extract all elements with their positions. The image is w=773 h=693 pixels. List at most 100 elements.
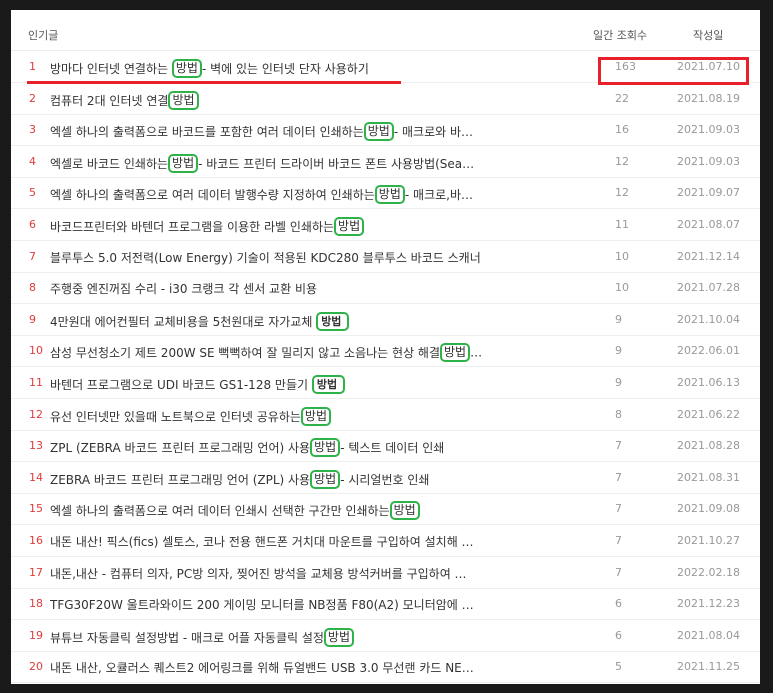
- post-date: 2021.08.19: [677, 91, 740, 105]
- post-title-text: 내돈 내산, 오큘러스 퀘스트2 에어링크를 위해 듀얼밴드 USB 3.0 무…: [50, 661, 474, 676]
- post-rank: 1: [29, 60, 36, 73]
- table-row[interactable]: 5 엑셀 하나의 출력폼으로 여러 데이터 발행수량 지정하여 인쇄하는 방법 - 매…: [11, 177, 760, 210]
- post-rank: 2: [29, 91, 36, 105]
- post-title-text: 블루투스 5.0 저전력(Low Energy) 기술이 적용된 KDC280 …: [50, 250, 481, 265]
- keyword-highlight: 방법: [310, 438, 341, 458]
- keyword-highlight: 방법: [171, 59, 202, 78]
- post-date: 2021.10.27: [677, 534, 740, 547]
- post-title-suffix: …: [470, 345, 483, 360]
- post-title-text: 4만원대 에어컨필터 교체비용을 5천원대로 자가교체: [50, 314, 317, 329]
- post-title-link[interactable]: 내돈 내산, 오큘러스 퀘스트2 에어링크를 위해 듀얼밴드 USB 3.0 무…: [50, 659, 495, 676]
- post-title-link[interactable]: 주행중 엔진꺼짐 수리 - i30 크랭크 각 센서 교환 비용: [50, 280, 495, 297]
- table-row[interactable]: 8 주행중 엔진꺼짐 수리 - i30 크랭크 각 센서 교환 비용 10 2021.…: [11, 272, 760, 305]
- post-rank: 19: [29, 628, 43, 642]
- post-rank: 13: [29, 439, 43, 453]
- post-title-link[interactable]: 내돈,내산 - 컴퓨터 의자, PC방 의자, 찢어진 방석을 교체용 방석커버…: [50, 565, 495, 582]
- table-row[interactable]: 10 삼성 무선청소기 제트 200W SE 뻑뻑하여 잘 밀리지 않고 소음나는…: [11, 335, 760, 368]
- daily-views: 10: [615, 249, 629, 263]
- post-title-link[interactable]: 방마다 인터넷 연결하는 방법 - 벽에 있는 인터넷 단자 사용하기: [50, 59, 495, 78]
- post-date: 2021.09.03: [677, 154, 740, 168]
- post-title-link[interactable]: 유선 인터넷만 있을때 노트북으로 인터넷 공유하는 방법: [50, 406, 495, 426]
- table-row[interactable]: 6 바코드프린터와 바텐더 프로그램을 이용한 라벨 인쇄하는 방법 11 2021.0…: [11, 209, 760, 241]
- table-row[interactable]: 2 컴퓨터 2대 인터넷 연결 방법 22 2021.08.19: [11, 83, 760, 115]
- daily-views: 8: [615, 407, 622, 421]
- post-date: 2021.11.25: [677, 660, 740, 674]
- post-title-link[interactable]: 엑셀로 바코드 인쇄하는 방법 - 바코드 프린터 드라이버 바코드 폰트 사용방법…: [50, 153, 495, 173]
- table-row[interactable]: 13 ZPL (ZEBRA 바코드 프린터 프로그래밍 언어) 사용 방법 - 텍스트…: [11, 430, 760, 463]
- post-title-link[interactable]: TFG30F20W 울트라와이드 200 게이밍 모니터를 NB정품 F80(A…: [50, 596, 495, 613]
- header-title: 인기글: [28, 29, 59, 42]
- table-row[interactable]: 17 내돈,내산 - 컴퓨터 의자, PC방 의자, 찢어진 방석을 교체용 방석…: [11, 557, 760, 589]
- daily-views: 11: [615, 218, 629, 231]
- post-rank: 9: [29, 312, 36, 326]
- post-date: 2021.08.28: [677, 439, 740, 453]
- post-title-text: ZEBRA 바코드 프린터 프로그래밍 언어 (ZPL) 사용: [50, 472, 311, 487]
- table-row[interactable]: 7 블루투스 5.0 저전력(Low Energy) 기술이 적용된 KDC280…: [11, 241, 760, 273]
- post-title-link[interactable]: 바코드프린터와 바텐더 프로그램을 이용한 라벨 인쇄하는 방법: [50, 217, 495, 236]
- post-date: 2022.02.18: [677, 565, 740, 579]
- post-date: 2021.06.22: [677, 407, 740, 421]
- post-rank: 8: [29, 281, 36, 295]
- post-title-link[interactable]: 4만원대 에어컨필터 교체비용을 5천원대로 자가교체 방법: [50, 311, 495, 331]
- post-rank: 16: [29, 534, 43, 547]
- keyword-highlight: 방법: [374, 185, 405, 205]
- keyword-highlight: 방법: [316, 311, 350, 331]
- daily-views: 12: [615, 186, 629, 200]
- table-row[interactable]: 16 내돈 내산! 픽스(fics) 셀토스, 코나 전용 핸드폰 거치대 마운트…: [11, 525, 760, 557]
- keyword-highlight: 방법: [440, 343, 471, 363]
- post-title-link[interactable]: 내돈 내산! 픽스(fics) 셀토스, 코나 전용 핸드폰 거치대 마운트를 …: [50, 533, 495, 550]
- post-title-text: 엑셀 하나의 출력폼으로 바코드를 포함한 여러 데이터 인쇄하는: [50, 125, 364, 140]
- table-row[interactable]: 19 뷰튜브 자동클릭 설정방법 - 매크로 어플 자동클릭 설정 방법 6 2021.…: [11, 620, 760, 652]
- keyword-highlight: 방법: [168, 153, 199, 173]
- post-title-link[interactable]: 엑셀 하나의 출력폼으로 여러 데이터 발행수량 지정하여 인쇄하는 방법 - 매크…: [50, 185, 495, 205]
- post-title-text: 바텐더 프로그램으로 UDI 바코드 GS1-128 만들기: [50, 378, 312, 392]
- daily-views: 7: [615, 502, 622, 516]
- post-title-text: 바코드프린터와 바텐더 프로그램을 이용한 라벨 인쇄하는: [50, 220, 335, 234]
- post-date: 2021.06.13: [677, 376, 740, 389]
- post-title-text: TFG30F20W 울트라와이드 200 게이밍 모니터를 NB정품 F80(A…: [50, 598, 474, 613]
- post-title-text: 엑셀 하나의 출력폼으로 여러 데이터 발행수량 지정하여 인쇄하는: [50, 188, 375, 203]
- post-date: 2021.08.07: [677, 218, 740, 231]
- post-title-link[interactable]: 뷰튜브 자동클릭 설정방법 - 매크로 어플 자동클릭 설정 방법: [50, 627, 495, 647]
- post-rank: 11: [29, 376, 43, 389]
- table-row[interactable]: 20 내돈 내산, 오큘러스 퀘스트2 에어링크를 위해 듀얼밴드 USB 3.0…: [11, 651, 760, 684]
- daily-views: 7: [615, 565, 622, 579]
- post-date: 2021.09.07: [677, 186, 740, 200]
- daily-views: 7: [615, 534, 622, 547]
- table-row[interactable]: 15 엑셀 하나의 출력폼으로 여러 데이터 인쇄시 선택한 구간만 인쇄하는 방법…: [11, 493, 760, 526]
- post-rank: 5: [29, 186, 36, 200]
- post-title-link[interactable]: 엑셀 하나의 출력폼으로 바코드를 포함한 여러 데이터 인쇄하는 방법 - 매크로…: [50, 122, 495, 142]
- table-row[interactable]: 3 엑셀 하나의 출력폼으로 바코드를 포함한 여러 데이터 인쇄하는 방법 - 매크…: [11, 114, 760, 147]
- post-title-link[interactable]: 블루투스 5.0 저전력(Low Energy) 기술이 적용된 KDC280 …: [50, 249, 495, 266]
- table-row[interactable]: 18 TFG30F20W 울트라와이드 200 게이밍 모니터를 NB정품 F80…: [11, 588, 760, 621]
- red-box-annotation: [598, 57, 749, 85]
- post-title-text: 삼성 무선청소기 제트 200W SE 뻑뻑하여 잘 밀리지 않고 소음나는 현…: [50, 346, 441, 361]
- header-date: 작성일: [693, 29, 724, 42]
- post-title-link[interactable]: 바텐더 프로그램으로 UDI 바코드 GS1-128 만들기 방법: [50, 375, 495, 394]
- table-row[interactable]: 9 4만원대 에어컨필터 교체비용을 5천원대로 자가교체 방법 9 2021.10.…: [11, 304, 760, 336]
- daily-views: 16: [615, 123, 629, 137]
- red-underline-annotation: [27, 81, 401, 84]
- post-title-link[interactable]: ZEBRA 바코드 프린터 프로그래밍 언어 (ZPL) 사용 방법 - 시리얼번호…: [50, 469, 495, 489]
- post-rank: 14: [29, 470, 43, 484]
- daily-views: 12: [615, 154, 629, 168]
- table-row[interactable]: 14 ZEBRA 바코드 프린터 프로그래밍 언어 (ZPL) 사용 방법 - 시리얼…: [11, 462, 760, 494]
- post-title-text: 엑셀로 바코드 인쇄하는: [50, 156, 169, 171]
- post-title-link[interactable]: 삼성 무선청소기 제트 200W SE 뻑뻑하여 잘 밀리지 않고 소음나는 현…: [50, 343, 495, 363]
- post-title-text: 내돈,내산 - 컴퓨터 의자, PC방 의자, 찢어진 방석을 교체용 방석커버…: [50, 566, 467, 581]
- table-row[interactable]: 4 엑셀로 바코드 인쇄하는 방법 - 바코드 프린터 드라이버 바코드 폰트 사용방…: [11, 146, 760, 178]
- post-title-suffix: - 시리얼번호 인쇄: [340, 472, 430, 487]
- daily-views: 9: [615, 344, 622, 358]
- header-views: 일간 조회수: [593, 29, 648, 42]
- daily-views: 10: [615, 281, 629, 295]
- post-title-text: 방마다 인터넷 연결하는: [50, 62, 172, 76]
- post-title-link[interactable]: ZPL (ZEBRA 바코드 프린터 프로그래밍 언어) 사용 방법 - 텍스트 데…: [50, 438, 495, 458]
- table-row[interactable]: 12 유선 인터넷만 있을때 노트북으로 인터넷 공유하는 방법 8 2021.06.2…: [11, 399, 760, 431]
- post-title-link[interactable]: 엑셀 하나의 출력폼으로 여러 데이터 인쇄시 선택한 구간만 인쇄하는 방법: [50, 501, 495, 521]
- post-date: 2021.09.03: [677, 123, 740, 137]
- table-row[interactable]: 11 바텐더 프로그램으로 UDI 바코드 GS1-128 만들기 방법 9 2021…: [11, 367, 760, 399]
- post-rank: 15: [29, 502, 43, 516]
- post-title-link[interactable]: 컴퓨터 2대 인터넷 연결 방법: [50, 90, 495, 110]
- list-header: 인기글 일간 조회수 작성일: [11, 10, 760, 51]
- post-rank: 10: [29, 344, 43, 358]
